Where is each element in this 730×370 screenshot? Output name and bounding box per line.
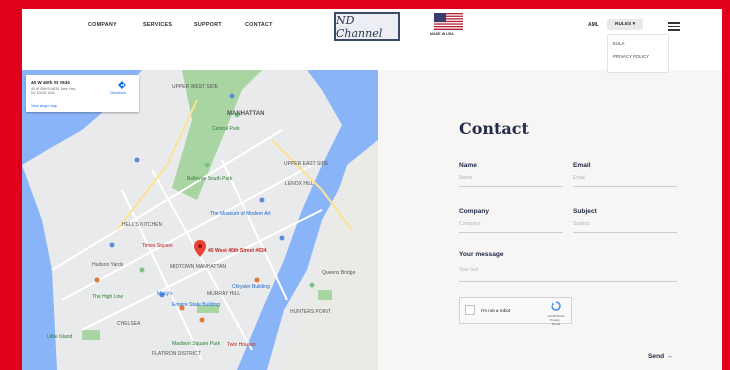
map-marker-label: 40 West 40th Street #634 bbox=[208, 248, 267, 254]
usa-flag-icon bbox=[434, 13, 463, 30]
company-field[interactable]: Company bbox=[459, 221, 480, 227]
map-label-central-park: Central Park bbox=[212, 126, 240, 132]
email-field[interactable]: Email bbox=[573, 175, 586, 181]
map-label-macys: Macy's bbox=[157, 291, 173, 297]
map-label-little-island: Little Island bbox=[47, 334, 73, 340]
map-label-midtown: MIDTOWN MANHATTAN bbox=[170, 264, 226, 270]
email-label: Email bbox=[573, 162, 591, 169]
directions-icon[interactable] bbox=[118, 81, 126, 90]
map-label-flatiron: FLATIRON DISTRICT bbox=[152, 351, 201, 357]
info-address: 40 W 40th St #634, New York, NY 10018, U… bbox=[31, 87, 77, 95]
logo-text: ND Channel bbox=[336, 13, 383, 40]
map-label-high-line: The High Line bbox=[92, 294, 123, 300]
made-in-usa-label: MADE IN USA bbox=[430, 32, 454, 36]
map-label-chelsea: CHELSEA bbox=[117, 321, 141, 327]
contact-form: Contact Name Name Email Email Company Co… bbox=[378, 70, 722, 370]
site-header: COMPANY SERVICES SUPPORT CONTACT ND Chan… bbox=[22, 9, 722, 73]
menu-item-eula[interactable]: EULA bbox=[608, 41, 668, 46]
language-selector[interactable]: AML bbox=[588, 22, 599, 28]
info-title: 40 W 40th St #634 bbox=[31, 80, 70, 85]
map-label-empire-state: Empire State Building bbox=[172, 302, 220, 308]
name-field-underline bbox=[459, 186, 563, 187]
recaptcha-text: reCAPTCHA Privacy - Terms bbox=[547, 314, 565, 326]
page-frame: COMPANY SERVICES SUPPORT CONTACT ND Chan… bbox=[22, 9, 722, 370]
map-label-times-square: Times Square bbox=[142, 243, 173, 249]
recaptcha-label: I'm not a robot bbox=[481, 308, 511, 313]
view-larger-map-link[interactable]: View larger map bbox=[31, 104, 57, 108]
logo[interactable]: ND Channel bbox=[334, 12, 400, 41]
company-label: Company bbox=[459, 208, 490, 215]
map-label-bellevue: Bellevue South Park bbox=[187, 176, 233, 182]
message-label: Your message bbox=[459, 251, 504, 258]
message-field-underline bbox=[459, 281, 677, 282]
recaptcha-checkbox[interactable] bbox=[465, 305, 475, 315]
nav-contact[interactable]: CONTACT bbox=[245, 22, 273, 28]
map-label-upper-east-side: UPPER EAST SIDE bbox=[284, 161, 329, 167]
rules-dropdown-menu: EULA PRIVACY POLICY bbox=[607, 34, 669, 73]
map-label-hunters-point: HUNTERS POINT bbox=[290, 309, 331, 315]
page-title: Contact bbox=[459, 119, 529, 138]
map-label-moma: The Museum of Modern Art bbox=[210, 211, 271, 217]
name-label: Name bbox=[459, 162, 477, 169]
send-button[interactable]: Send → bbox=[648, 353, 673, 360]
map-label-twin-houses: Twin Houses bbox=[227, 342, 256, 348]
nav-company[interactable]: COMPANY bbox=[88, 22, 117, 28]
map-label-chrysler: Chrysler Building bbox=[232, 284, 270, 290]
name-field[interactable]: Name bbox=[459, 175, 472, 181]
map-label-upper-west-side: UPPER WEST SIDE bbox=[172, 84, 219, 90]
map-label-madison-square: Madison Square Park bbox=[172, 341, 221, 347]
company-field-underline bbox=[459, 232, 563, 233]
nav-support[interactable]: SUPPORT bbox=[194, 22, 222, 28]
hamburger-menu-icon[interactable] bbox=[668, 22, 680, 31]
google-map[interactable]: UPPER WEST SIDE MANHATTAN UPPER EAST SID… bbox=[22, 70, 378, 370]
subject-label: Subject bbox=[573, 208, 597, 215]
map-label-queens-bridge: Queens Bridge bbox=[322, 270, 356, 276]
subject-field[interactable]: Subject bbox=[573, 221, 590, 227]
map-canvas[interactable]: UPPER WEST SIDE MANHATTAN UPPER EAST SID… bbox=[22, 70, 378, 370]
map-label-murray-hill: MURRAY HILL bbox=[207, 291, 240, 297]
subject-field-underline bbox=[573, 232, 677, 233]
directions-link[interactable]: Directions bbox=[110, 91, 126, 95]
map-label-lenox-hill: LENOX HILL bbox=[285, 181, 314, 187]
map-label-hells-kitchen: HELL'S KITCHEN bbox=[122, 222, 163, 228]
nav-services[interactable]: SERVICES bbox=[143, 22, 172, 28]
email-field-underline bbox=[573, 186, 677, 187]
menu-item-privacy-policy[interactable]: PRIVACY POLICY bbox=[608, 54, 668, 59]
map-info-window: 40 W 40th St #634 40 W 40th St #634, New… bbox=[26, 75, 139, 112]
recaptcha-logo-icon bbox=[551, 301, 561, 311]
map-label-hudson-yards: Hudson Yards bbox=[92, 262, 124, 268]
rules-dropdown-button[interactable]: RULES ▾ bbox=[607, 19, 643, 30]
recaptcha-widget: I'm not a robot reCAPTCHA Privacy - Terms bbox=[459, 297, 572, 326]
message-field[interactable]: Your text bbox=[459, 267, 479, 273]
map-label-manhattan: MANHATTAN bbox=[227, 111, 264, 117]
